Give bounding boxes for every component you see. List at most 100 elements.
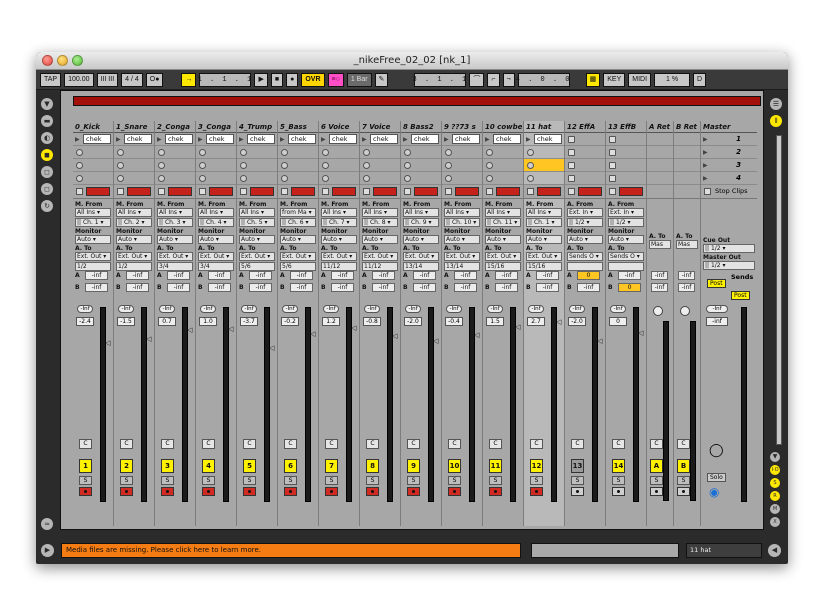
clip-record-icon[interactable] bbox=[158, 175, 165, 182]
output-type-select[interactable]: Sends O ▾ bbox=[567, 252, 603, 261]
clip-name[interactable]: chek bbox=[411, 134, 439, 144]
volume-fader[interactable]: ◁ bbox=[597, 337, 602, 345]
clip-stop-button[interactable] bbox=[322, 188, 329, 195]
arm-record-button[interactable] bbox=[284, 487, 297, 496]
metronome-button[interactable]: O● bbox=[145, 72, 164, 87]
volume-value[interactable]: -2.0 bbox=[404, 317, 422, 326]
clip-record-icon[interactable] bbox=[281, 149, 288, 156]
clip-record-icon[interactable] bbox=[609, 162, 616, 169]
output-type-select[interactable]: Ext. Out ▾ bbox=[444, 252, 480, 261]
input-channel-select[interactable]: || Ch. 9 ▾ bbox=[403, 218, 439, 227]
output-channel-select[interactable]: 5/6 bbox=[280, 262, 316, 271]
clip-play-icon[interactable]: ▶ bbox=[280, 136, 285, 143]
arm-record-button[interactable] bbox=[489, 487, 502, 496]
send-a-value[interactable]: -inf bbox=[678, 271, 695, 280]
clip-play-icon[interactable]: ▶ bbox=[403, 136, 408, 143]
post-button-a[interactable]: Post bbox=[707, 279, 726, 288]
clip-stop-button[interactable] bbox=[486, 188, 493, 195]
crossfade-button[interactable]: C bbox=[677, 439, 690, 449]
send-a-value[interactable]: -inf bbox=[454, 271, 477, 280]
clip-slot[interactable] bbox=[73, 159, 113, 172]
output-type-select[interactable]: Ext. Out ▾ bbox=[280, 252, 316, 261]
output-type-select[interactable]: Ext. Out ▾ bbox=[157, 252, 193, 261]
return-track-title[interactable]: B Ret bbox=[674, 121, 700, 133]
clip-slot[interactable] bbox=[401, 172, 441, 185]
clip-name[interactable]: chek bbox=[452, 134, 480, 144]
punch-out-icon[interactable]: ¬ bbox=[502, 72, 515, 87]
output-type-select[interactable]: Ext. Out ▾ bbox=[75, 252, 111, 261]
clip-slot[interactable] bbox=[319, 172, 359, 185]
solo-button[interactable]: S bbox=[530, 476, 543, 485]
send-b-value[interactable]: -inf bbox=[331, 283, 354, 292]
clip-record-icon[interactable] bbox=[568, 136, 575, 143]
volume-value[interactable]: 1.2 bbox=[322, 317, 340, 326]
clip-record-icon[interactable] bbox=[117, 149, 124, 156]
send-b-value[interactable]: -inf bbox=[167, 283, 190, 292]
clip-name[interactable]: chek bbox=[247, 134, 275, 144]
clip-slot[interactable] bbox=[442, 146, 482, 159]
clip-record-icon[interactable] bbox=[486, 162, 493, 169]
output-channel-select[interactable] bbox=[567, 262, 603, 271]
clip-slot[interactable] bbox=[196, 172, 236, 185]
clip-play-icon[interactable]: ▶ bbox=[485, 136, 490, 143]
clip-slot[interactable] bbox=[401, 159, 441, 172]
arm-record-button[interactable] bbox=[407, 487, 420, 496]
monitor-select[interactable]: Auto ▾ bbox=[485, 235, 521, 244]
clip-slot[interactable]: ▶ chek bbox=[442, 133, 482, 146]
solo-button[interactable]: S bbox=[677, 476, 690, 485]
clip-stop-button[interactable] bbox=[76, 188, 83, 195]
volume-fader[interactable]: ◁ bbox=[474, 331, 479, 339]
volume-value[interactable]: -3.7 bbox=[240, 317, 258, 326]
punch-in-icon[interactable]: ⌐ bbox=[487, 72, 500, 87]
key-map-button[interactable]: KEY bbox=[603, 72, 626, 87]
arm-record-button[interactable] bbox=[612, 487, 625, 496]
track-title[interactable]: 1_Snare bbox=[114, 121, 154, 133]
clip-slot[interactable]: ▶ chek bbox=[278, 133, 318, 146]
send-a-value[interactable]: -inf bbox=[372, 271, 395, 280]
clip-slot[interactable] bbox=[606, 159, 646, 172]
cue-out-select[interactable]: || 1/2 ▾ bbox=[703, 244, 755, 253]
output-type-select[interactable]: Ext. Out ▾ bbox=[403, 252, 439, 261]
input-channel-select[interactable]: || Ch. 1 ▾ bbox=[526, 218, 562, 227]
input-channel-select[interactable]: || Ch. 6 ▾ bbox=[280, 218, 316, 227]
send-b-value[interactable]: -inf bbox=[85, 283, 108, 292]
clip-record-icon[interactable] bbox=[404, 149, 411, 156]
arm-record-button[interactable] bbox=[243, 487, 256, 496]
solo-button[interactable]: S bbox=[650, 476, 663, 485]
post-button-b[interactable]: Post bbox=[731, 291, 750, 300]
clip-record-icon[interactable] bbox=[445, 175, 452, 182]
clip-record-icon[interactable] bbox=[158, 149, 165, 156]
preview-knob-icon[interactable]: ◉ bbox=[709, 485, 719, 499]
clip-slot[interactable] bbox=[278, 172, 318, 185]
send-a-value[interactable]: -inf bbox=[85, 271, 108, 280]
loop-start[interactable]: 3 . 1 . 1 bbox=[413, 72, 467, 87]
input-channel-select[interactable]: || Ch. 10 ▾ bbox=[444, 218, 480, 227]
solo-button[interactable]: S bbox=[407, 476, 420, 485]
clip-slot[interactable] bbox=[524, 159, 564, 172]
crossfade-button[interactable]: C bbox=[202, 439, 215, 449]
clip-record-icon[interactable] bbox=[117, 175, 124, 182]
solo-button[interactable]: S bbox=[243, 476, 256, 485]
clip-slot[interactable] bbox=[196, 146, 236, 159]
output-channel-select[interactable] bbox=[608, 262, 644, 271]
scene-slot[interactable]: ▶ 2 bbox=[701, 146, 757, 159]
input-channel-select[interactable]: || Ch. 2 ▾ bbox=[116, 218, 152, 227]
volume-fader[interactable]: ◁ bbox=[392, 332, 397, 340]
clip-record-icon[interactable] bbox=[281, 175, 288, 182]
solo-switch[interactable]: Solo bbox=[707, 473, 726, 482]
clip-slot[interactable] bbox=[155, 159, 195, 172]
send-b-value[interactable]: -inf bbox=[454, 283, 477, 292]
clip-name[interactable]: chek bbox=[370, 134, 398, 144]
device-browser-icon[interactable]: ▬ bbox=[41, 115, 53, 127]
track-title[interactable]: 13 EffB bbox=[606, 121, 646, 133]
send-a-value[interactable]: -inf bbox=[651, 271, 668, 280]
input-type-select[interactable]: All Ins ▾ bbox=[239, 208, 275, 217]
track-activator[interactable]: 5 bbox=[243, 459, 256, 473]
play-icon[interactable]: ▶ bbox=[254, 72, 268, 87]
clip-name[interactable]: chek bbox=[206, 134, 234, 144]
arm-record-button[interactable] bbox=[325, 487, 338, 496]
clip-record-icon[interactable] bbox=[486, 149, 493, 156]
volume-value[interactable]: 1.5 bbox=[486, 317, 504, 326]
monitor-select[interactable]: Auto ▾ bbox=[567, 235, 603, 244]
send-b-value[interactable]: 0 bbox=[618, 283, 641, 292]
